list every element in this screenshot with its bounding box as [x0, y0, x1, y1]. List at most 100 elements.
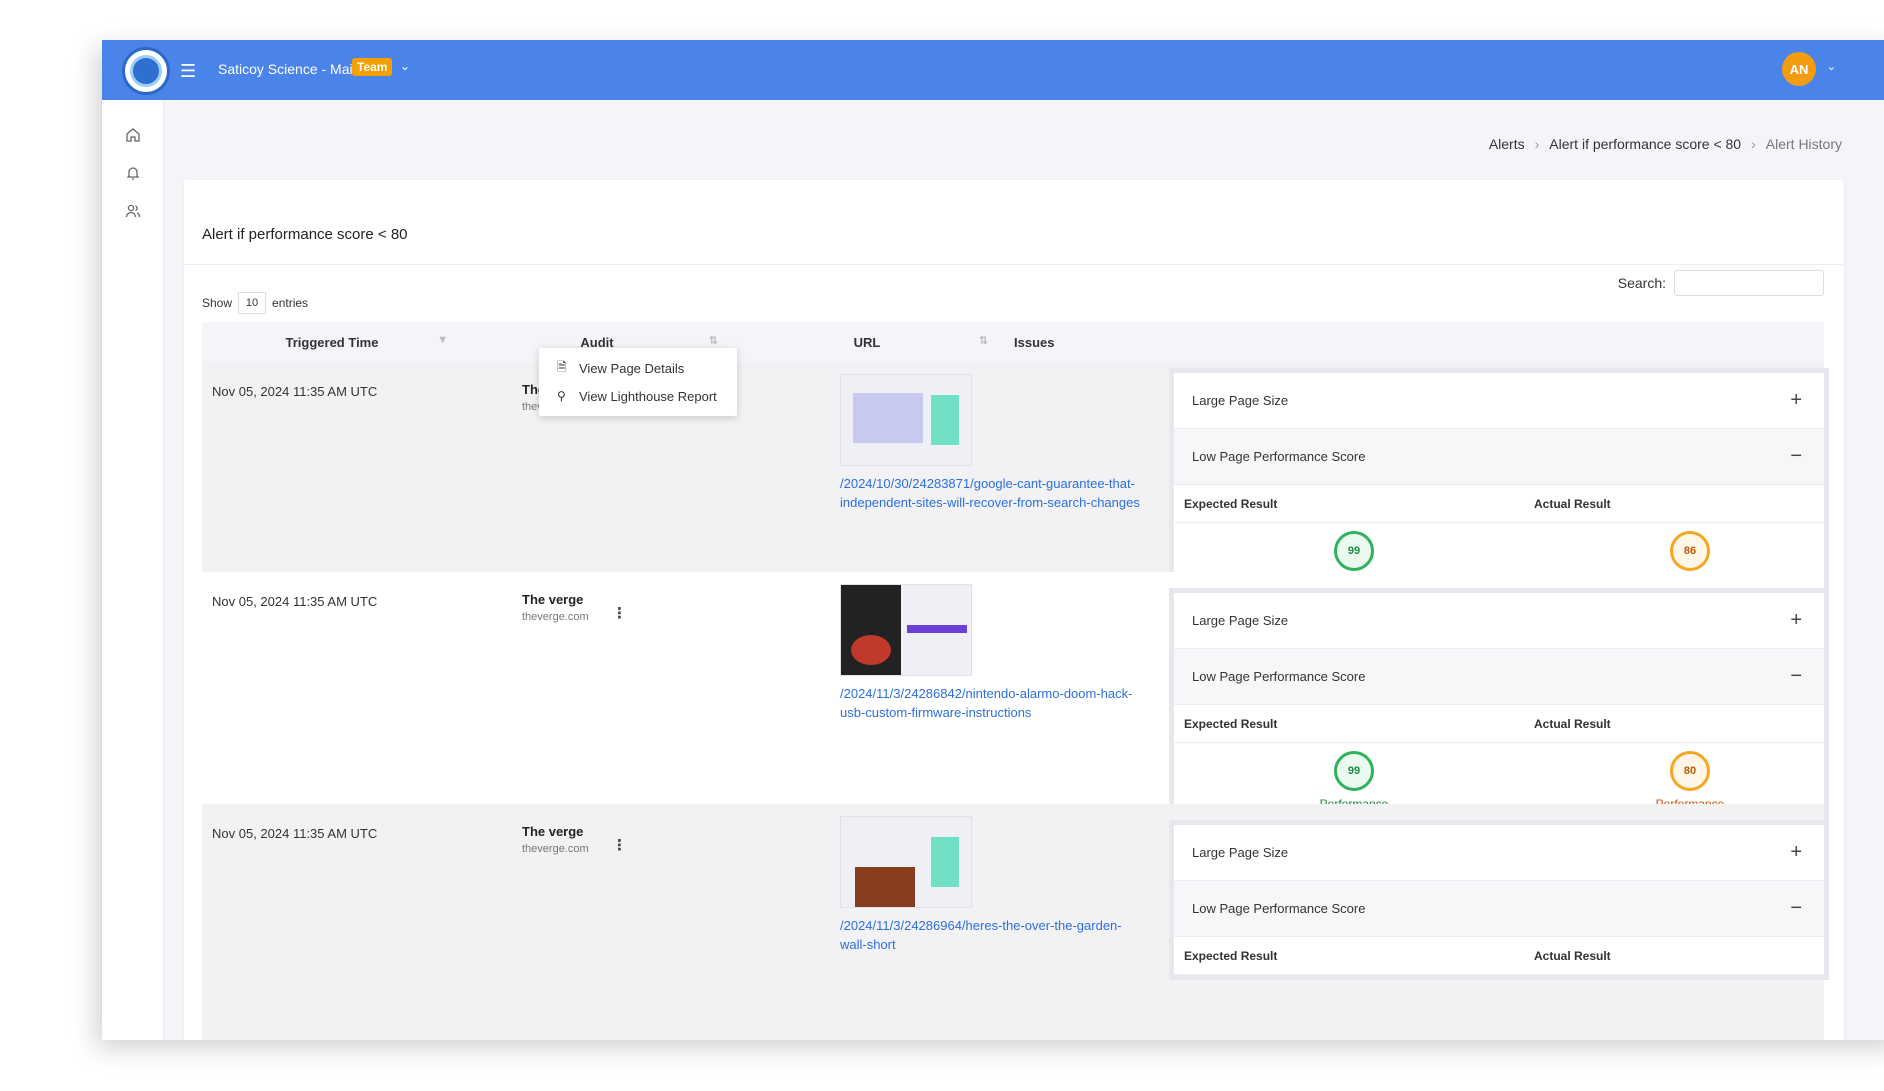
- search-input[interactable]: [1674, 270, 1824, 296]
- header-label: URL: [853, 334, 881, 350]
- expected-label: Expected Result: [1184, 949, 1278, 963]
- audit-cell: The verge theverge.com: [522, 824, 589, 855]
- sort-icon[interactable]: ⇅: [709, 334, 718, 347]
- more-options-icon[interactable]: ⋮: [612, 836, 627, 854]
- chevron-right-icon: ›: [1534, 136, 1540, 152]
- issue-label: Large Page Size: [1192, 613, 1289, 628]
- column-triggered-time[interactable]: Triggered Time ▼: [202, 322, 462, 362]
- document-icon: 🗎: [557, 359, 567, 374]
- issue-low-performance[interactable]: Low Page Performance Score −: [1174, 881, 1824, 937]
- show-entries: Show 10 entries: [202, 292, 308, 314]
- header-label: Issues: [1014, 334, 1055, 350]
- home-icon[interactable]: [122, 124, 144, 146]
- page-thumbnail[interactable]: [840, 374, 972, 466]
- minus-icon[interactable]: −: [1790, 897, 1802, 920]
- entries-label: entries: [272, 296, 309, 310]
- table-row: Nov 05, 2024 11:35 AM UTC The verge thev…: [202, 362, 1829, 602]
- issue-label: Large Page Size: [1192, 393, 1289, 408]
- actual-label: Actual Result: [1534, 949, 1611, 963]
- chevron-down-icon[interactable]: ⌄: [400, 59, 410, 73]
- issue-label: Low Page Performance Score: [1192, 449, 1366, 464]
- triggered-time: Nov 05, 2024 11:35 AM UTC: [212, 594, 378, 609]
- menu-icon[interactable]: ☰: [180, 62, 196, 80]
- plus-icon[interactable]: +: [1790, 841, 1802, 864]
- score-value: 99: [1334, 751, 1374, 791]
- page-url-link[interactable]: /2024/10/30/24283871/google-cant-guarant…: [840, 474, 1140, 512]
- page-thumbnail[interactable]: [840, 584, 972, 676]
- actual-label: Actual Result: [1534, 717, 1611, 731]
- show-label: Show: [202, 296, 233, 310]
- score-value: 80: [1670, 751, 1710, 791]
- issue-low-performance[interactable]: Low Page Performance Score −: [1174, 429, 1824, 485]
- issue-large-page-size[interactable]: Large Page Size +: [1174, 825, 1824, 881]
- issues-panel: Large Page Size + Low Page Performance Sc…: [1169, 820, 1829, 980]
- sort-icon[interactable]: ▼: [437, 334, 448, 346]
- search-icon: ⚲: [557, 389, 566, 403]
- issue-label: Low Page Performance Score: [1192, 669, 1366, 684]
- audit-name: The verge: [522, 824, 584, 839]
- alert-history-card: Alert if performance score < 80 Show 10 …: [184, 180, 1844, 1040]
- expected-label: Expected Result: [1184, 717, 1278, 731]
- issue-low-performance[interactable]: Low Page Performance Score −: [1174, 649, 1824, 705]
- menu-item-label: View Lighthouse Report: [579, 388, 717, 404]
- issue-large-page-size[interactable]: Large Page Size +: [1174, 373, 1824, 429]
- result-header: Expected Result Actual Result: [1174, 485, 1824, 523]
- minus-icon[interactable]: −: [1790, 665, 1802, 688]
- sort-icon[interactable]: ⇅: [979, 334, 988, 347]
- header-label: Triggered Time: [285, 334, 379, 350]
- team-badge: Team: [352, 58, 393, 76]
- table-row: Nov 05, 2024 11:35 AM UTC The verge thev…: [202, 572, 1829, 822]
- breadcrumb-alerts[interactable]: Alerts: [1489, 136, 1525, 152]
- plus-icon[interactable]: +: [1790, 389, 1802, 412]
- result-header: Expected Result Actual Result: [1174, 705, 1824, 743]
- plus-icon[interactable]: +: [1790, 609, 1802, 632]
- chevron-down-icon[interactable]: ⌄: [1827, 60, 1836, 73]
- team-name[interactable]: Saticoy Science - Main: [218, 61, 360, 77]
- app-logo[interactable]: [122, 47, 170, 95]
- sidebar: [102, 100, 164, 1040]
- audit-cell: The verge theverge.com: [522, 592, 589, 623]
- actual-gauge: 80 Performance: [1630, 751, 1750, 811]
- page-url-link[interactable]: /2024/11/3/24286842/nintendo-alarmo-doom…: [840, 684, 1140, 722]
- entries-select[interactable]: 10: [238, 292, 267, 314]
- audit-domain: theverge.com: [522, 611, 589, 623]
- column-issues: Issues: [1002, 322, 1824, 362]
- row-actions-menu: 🗎 View Page Details ⚲ View Lighthouse Re…: [539, 348, 737, 416]
- breadcrumb-alert[interactable]: Alert if performance score < 80: [1549, 136, 1741, 152]
- divider: [184, 264, 1844, 265]
- search: Search:: [1618, 270, 1824, 296]
- users-icon[interactable]: [122, 200, 144, 222]
- score-value: 99: [1334, 531, 1374, 571]
- issue-label: Large Page Size: [1192, 845, 1289, 860]
- column-url[interactable]: URL ⇅: [732, 322, 1002, 362]
- audit-name: The verge: [522, 592, 584, 607]
- triggered-time: Nov 05, 2024 11:35 AM UTC: [212, 826, 378, 841]
- app-window: ☰ Saticoy Science - Main Team ⌄ AN ⌄ Ale…: [102, 40, 1884, 1040]
- expected-gauge: 99 Performance: [1294, 751, 1414, 811]
- bell-icon[interactable]: [122, 162, 144, 184]
- breadcrumb: Alerts › Alert if performance score < 80…: [1489, 136, 1842, 152]
- issue-large-page-size[interactable]: Large Page Size +: [1174, 593, 1824, 649]
- breadcrumb-current: Alert History: [1765, 136, 1842, 152]
- issue-label: Low Page Performance Score: [1192, 901, 1366, 916]
- minus-icon[interactable]: −: [1790, 445, 1802, 468]
- chevron-right-icon: ›: [1751, 136, 1756, 152]
- logo-mark: [130, 55, 162, 87]
- avatar[interactable]: AN: [1782, 52, 1816, 86]
- actual-label: Actual Result: [1534, 497, 1611, 511]
- page-title: Alert if performance score < 80: [202, 226, 408, 243]
- score-value: 86: [1670, 531, 1710, 571]
- more-options-icon[interactable]: ⋮: [612, 604, 627, 622]
- menu-view-page-details[interactable]: 🗎 View Page Details: [539, 354, 737, 382]
- page-thumbnail[interactable]: [840, 816, 972, 908]
- menu-item-label: View Page Details: [579, 360, 685, 376]
- table-row: Nov 05, 2024 11:35 AM UTC The verge thev…: [202, 804, 1829, 1040]
- page-url-link[interactable]: /2024/11/3/24286964/heres-the-over-the-g…: [840, 916, 1140, 954]
- menu-view-lighthouse-report[interactable]: ⚲ View Lighthouse Report: [539, 382, 737, 410]
- top-bar: ☰ Saticoy Science - Main Team ⌄ AN ⌄: [102, 40, 1884, 100]
- issues-panel: Large Page Size + Low Page Performance Sc…: [1169, 588, 1829, 822]
- triggered-time: Nov 05, 2024 11:35 AM UTC: [212, 384, 378, 399]
- search-label: Search:: [1617, 275, 1666, 291]
- screenshot-stage: ☰ Saticoy Science - Main Team ⌄ AN ⌄ Ale…: [0, 0, 1884, 1091]
- result-header: Expected Result Actual Result: [1174, 937, 1824, 975]
